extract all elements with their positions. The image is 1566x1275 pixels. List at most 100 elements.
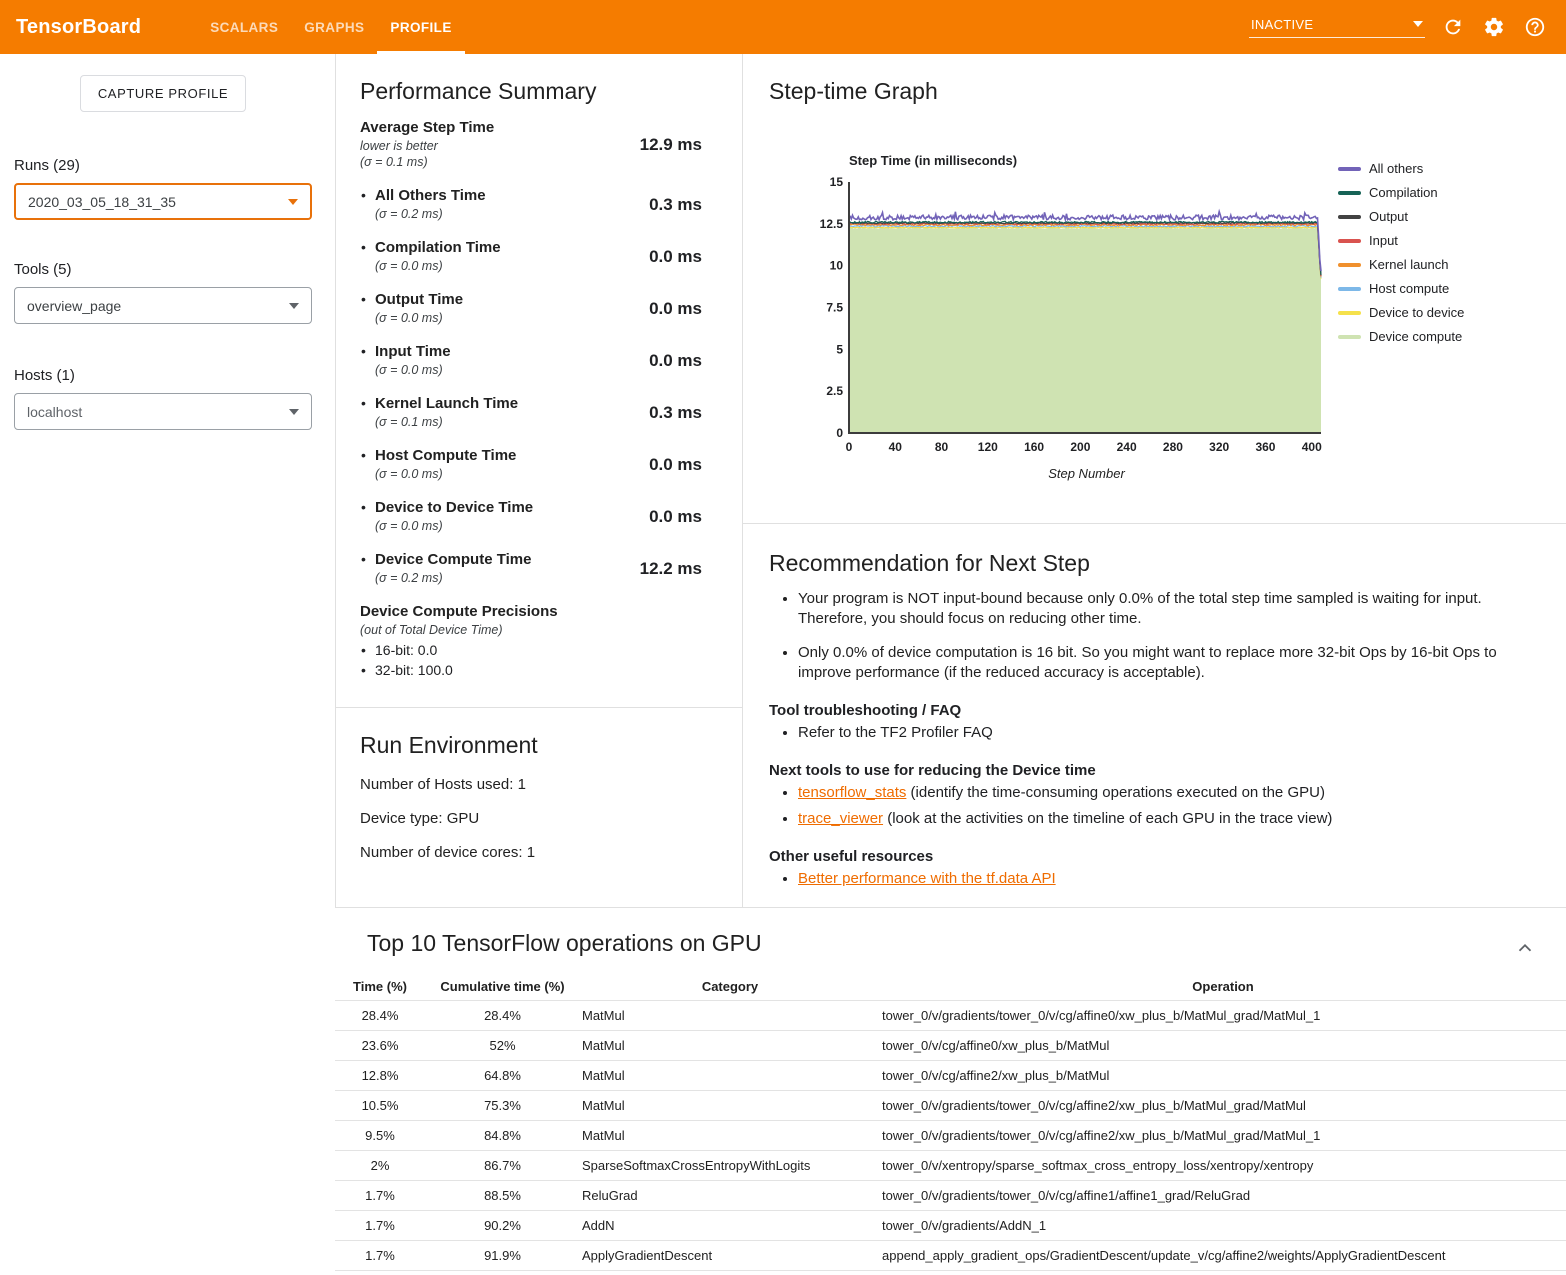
table-header-row: Time (%) Cumulative time (%) Category Op…	[335, 973, 1566, 1001]
svg-text:12.5: 12.5	[820, 217, 844, 231]
next-tools-heading: Next tools to use for reducing the Devic…	[769, 762, 1518, 779]
metric-label: All Others Time	[375, 187, 486, 206]
gear-icon	[1483, 16, 1505, 38]
runs-dropdown-value: 2020_03_05_18_31_35	[28, 194, 176, 210]
svg-text:240: 240	[1117, 440, 1137, 454]
metric-label: Device Compute Time	[375, 551, 531, 570]
refresh-button[interactable]	[1440, 14, 1466, 40]
metric-value: 0.0 ms	[649, 351, 702, 371]
table-row: 12.8%64.8%MatMultower_0/v/cg/affine2/xw_…	[335, 1061, 1566, 1091]
reload-status-dropdown[interactable]: INACTIVE	[1249, 17, 1425, 38]
metric-host-compute-time: Host Compute Time (σ = 0.0 ms) 0.0 ms	[360, 447, 702, 482]
tool-item: trace_viewer (look at the activities on …	[798, 809, 1518, 829]
metric-label: Input Time	[375, 343, 451, 362]
metric-sigma: (σ = 0.0 ms)	[375, 466, 516, 482]
hosts-used-line: Number of Hosts used: 1	[360, 776, 702, 793]
metric-label: Host Compute Time	[375, 447, 516, 466]
tensorboard-app: TensorBoard SCALARS GRAPHS PROFILE INACT…	[0, 0, 1566, 1275]
metric-note: lower is better	[360, 138, 494, 154]
settings-button[interactable]	[1481, 14, 1507, 40]
legend-swatch	[1338, 167, 1361, 171]
tab-graphs[interactable]: GRAPHS	[291, 0, 377, 54]
chart-legend: All others Compilation Output Input Kern…	[1338, 161, 1464, 353]
tab-profile[interactable]: PROFILE	[377, 0, 464, 54]
precisions-subtitle: (out of Total Device Time)	[360, 622, 702, 638]
svg-text:200: 200	[1070, 440, 1090, 454]
performance-summary-title: Performance Summary	[360, 78, 702, 105]
table-row: 1.7%91.9%ApplyGradientDescentappend_appl…	[335, 1241, 1566, 1271]
metric-label: Average Step Time	[360, 119, 494, 138]
svg-text:160: 160	[1024, 440, 1044, 454]
metric-value: 0.0 ms	[649, 247, 702, 267]
resources-heading: Other useful resources	[769, 848, 1518, 865]
faq-item: Refer to the TF2 Profiler FAQ	[798, 723, 1518, 743]
device-type-line: Device type: GPU	[360, 810, 702, 827]
svg-text:120: 120	[978, 440, 998, 454]
metric-sigma: (σ = 0.0 ms)	[375, 310, 463, 326]
help-button[interactable]	[1522, 14, 1548, 40]
tab-scalars[interactable]: SCALARS	[197, 0, 291, 54]
capture-profile-button[interactable]: CAPTURE PROFILE	[80, 75, 246, 112]
chevron-up-icon	[1514, 937, 1536, 959]
metric-sigma: (σ = 0.1 ms)	[360, 154, 494, 170]
table-row: 1.7%90.2%AddNtower_0/v/gradients/AddN_1	[335, 1211, 1566, 1241]
next-tools-list: tensorflow_stats (identify the time-cons…	[769, 783, 1518, 829]
sidebar: CAPTURE PROFILE Runs (29) 2020_03_05_18_…	[0, 54, 335, 1275]
step-time-graph-title: Step-time Graph	[769, 78, 1526, 105]
overview-top: Performance Summary Average Step Time lo…	[335, 54, 1566, 907]
table-row: 1.7%88.5%ReluGradtower_0/v/gradients/tow…	[335, 1181, 1566, 1211]
recommendation-input-bound: Your program is NOT input-bound because …	[798, 589, 1518, 630]
svg-text:40: 40	[889, 440, 903, 454]
recommendation-panel: Recommendation for Next Step Your progra…	[769, 550, 1526, 889]
reload-status-value: INACTIVE	[1251, 17, 1313, 32]
faq-heading: Tool troubleshooting / FAQ	[769, 702, 1518, 719]
collapse-section-button[interactable]	[1512, 936, 1538, 962]
hosts-label: Hosts (1)	[14, 367, 312, 384]
legend-swatch	[1338, 263, 1361, 267]
legend-item: All others	[1338, 161, 1464, 176]
runs-label: Runs (29)	[14, 157, 312, 174]
top-bar: TensorBoard SCALARS GRAPHS PROFILE INACT…	[0, 0, 1566, 54]
svg-text:7.5: 7.5	[826, 301, 843, 315]
top-ops-panel: Top 10 TensorFlow operations on GPU Time…	[335, 907, 1566, 1275]
table-row: 2%86.7%SparseSoftmaxCrossEntropyWithLogi…	[335, 1151, 1566, 1181]
svg-text:280: 280	[1163, 440, 1183, 454]
runs-dropdown[interactable]: 2020_03_05_18_31_35	[14, 183, 312, 220]
step-time-chart: 02.557.51012.515040801201602002402803203…	[819, 176, 1324, 458]
top-ops-title: Top 10 TensorFlow operations on GPU	[367, 930, 1566, 957]
step-time-chart-block: Step Time (in milliseconds) 02.557.51012…	[819, 153, 1526, 481]
top-ops-table: Time (%) Cumulative time (%) Category Op…	[335, 973, 1566, 1271]
metric-value: 0.0 ms	[649, 507, 702, 527]
col-header-category: Category	[580, 973, 880, 1001]
performance-summary-panel: Performance Summary Average Step Time lo…	[335, 54, 743, 907]
tools-dropdown[interactable]: overview_page	[14, 287, 312, 324]
precisions-list: 16-bit: 0.0 32-bit: 100.0	[360, 641, 702, 681]
svg-text:15: 15	[830, 176, 844, 189]
tools-dropdown-value: overview_page	[27, 298, 121, 314]
metric-label: Kernel Launch Time	[375, 395, 518, 414]
trace-viewer-link[interactable]: trace_viewer	[798, 810, 883, 827]
metric-value: 0.0 ms	[649, 455, 702, 475]
tool-item-description: (identify the time-consuming operations …	[906, 784, 1325, 801]
col-header-time: Time (%)	[335, 973, 425, 1001]
metric-sigma: (σ = 0.2 ms)	[375, 570, 531, 586]
metric-sigma: (σ = 0.0 ms)	[375, 258, 501, 274]
legend-item: Input	[1338, 233, 1464, 248]
metric-sigma: (σ = 0.2 ms)	[375, 206, 486, 222]
hosts-dropdown[interactable]: localhost	[14, 393, 312, 430]
tfdata-performance-link[interactable]: Better performance with the tf.data API	[798, 870, 1056, 887]
svg-text:10: 10	[830, 259, 844, 273]
recommendation-precision: Only 0.0% of device computation is 16 bi…	[798, 643, 1518, 684]
metric-compilation-time: Compilation Time (σ = 0.0 ms) 0.0 ms	[360, 239, 702, 274]
col-header-operation: Operation	[880, 973, 1566, 1001]
table-row: 9.5%84.8%MatMultower_0/v/gradients/tower…	[335, 1121, 1566, 1151]
svg-text:80: 80	[935, 440, 949, 454]
metric-label: Output Time	[375, 291, 463, 310]
metric-input-time: Input Time (σ = 0.0 ms) 0.0 ms	[360, 343, 702, 378]
svg-text:0: 0	[846, 440, 853, 454]
metric-average-step-time: Average Step Time lower is better (σ = 0…	[360, 119, 702, 170]
tensorflow-stats-link[interactable]: tensorflow_stats	[798, 784, 906, 801]
run-environment-title: Run Environment	[360, 732, 702, 759]
metric-label: Device to Device Time	[375, 499, 533, 518]
device-compute-precisions: Device Compute Precisions (out of Total …	[360, 603, 702, 681]
